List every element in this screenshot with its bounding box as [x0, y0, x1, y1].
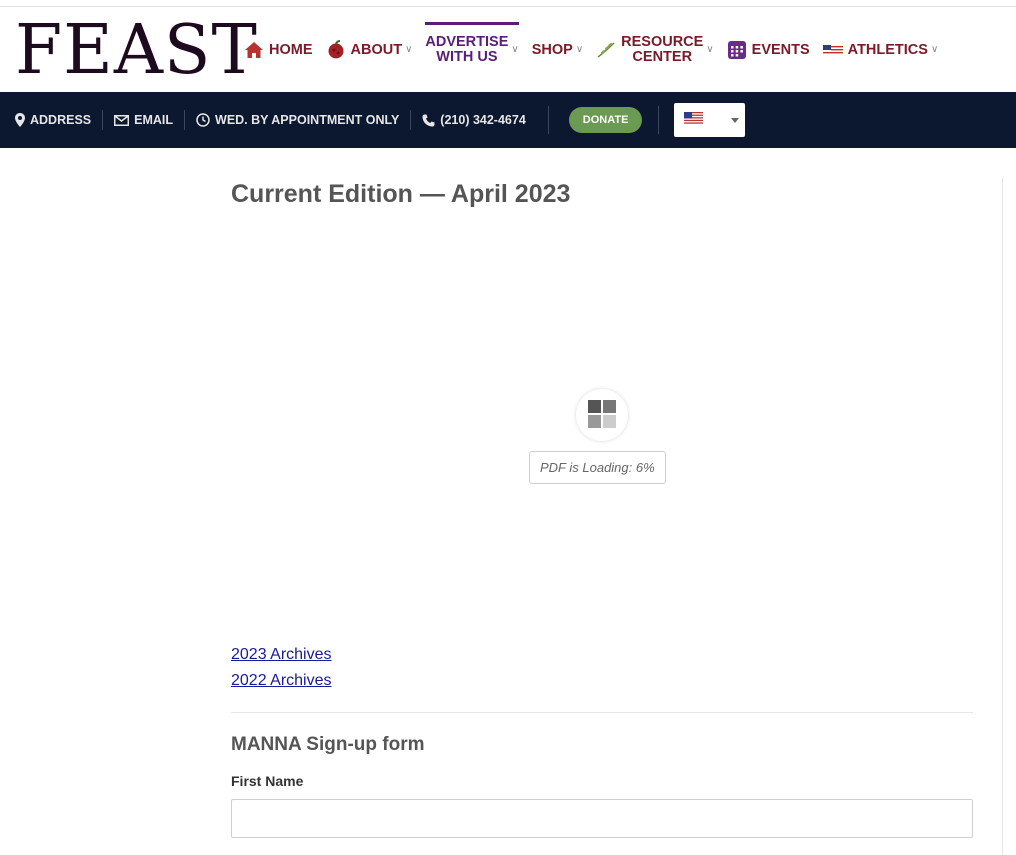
- apple-icon: [326, 39, 346, 60]
- spinner-square: [588, 400, 601, 413]
- nav-athletics-label: ATHLETICS: [847, 41, 928, 58]
- email-link[interactable]: EMAIL: [114, 110, 186, 130]
- chevron-down-icon: ∨: [405, 44, 413, 55]
- bar-divider: [547, 106, 549, 134]
- archive-link-2023[interactable]: 2023 Archives: [231, 642, 332, 668]
- spinner-square: [603, 400, 616, 413]
- email-label: EMAIL: [134, 113, 174, 127]
- site-logo[interactable]: FEAST: [15, 17, 258, 85]
- form-title: MANNA Sign-up form: [231, 734, 425, 755]
- site-header: FEAST HOME ABOUT ∨ ADVERTISE WITH US ∨ S…: [0, 7, 1016, 92]
- home-icon: [244, 40, 264, 60]
- section-divider: [231, 712, 973, 713]
- pdf-loading-status: PDF is Loading: 6%: [529, 451, 666, 484]
- nav-advertise[interactable]: ADVERTISE WITH US ∨: [425, 7, 520, 92]
- nav-athletics[interactable]: ATHLETICS ∨: [822, 7, 939, 92]
- content-border: [1002, 178, 1003, 855]
- chevron-down-icon: ∨: [706, 44, 714, 55]
- pdf-loading-spinner-icon: [576, 389, 628, 441]
- nav-home-label: HOME: [269, 41, 313, 58]
- envelope-icon: [114, 114, 130, 126]
- chevron-down-icon: ∨: [511, 44, 519, 55]
- main-nav: HOME ABOUT ∨ ADVERTISE WITH US ∨ SHOP ∨: [244, 7, 951, 92]
- first-name-label: First Name: [231, 773, 304, 789]
- browser-top-strip: [0, 0, 1016, 7]
- address-label: ADDRESS: [30, 113, 92, 127]
- clock-icon: [196, 113, 210, 127]
- nav-events[interactable]: EVENTS: [727, 7, 810, 92]
- first-name-field[interactable]: [231, 799, 973, 838]
- nav-about-label: ABOUT: [350, 41, 403, 58]
- info-bar: ADDRESS EMAIL WED. BY APPOINTMENT ONLY (…: [0, 92, 1016, 148]
- page-title: Current Edition — April 2023: [231, 180, 571, 208]
- archive-links: 2023 Archives 2022 Archives: [231, 642, 332, 694]
- chevron-down-icon: ∨: [930, 44, 939, 55]
- nav-events-label: EVENTS: [751, 41, 810, 58]
- language-select[interactable]: [674, 103, 746, 137]
- hours-link[interactable]: WED. BY APPOINTMENT ONLY: [196, 110, 412, 130]
- phone-label: (210) 342-4674: [440, 113, 526, 127]
- nav-resource-center[interactable]: RESOURCE CENTER ∨: [596, 7, 714, 92]
- flag-icon: [822, 40, 843, 60]
- dropdown-caret-icon: [731, 118, 740, 123]
- nav-advertise-label: ADVERTISE WITH US: [425, 33, 509, 65]
- nav-resource-label: RESOURCE CENTER: [621, 33, 704, 65]
- donate-button[interactable]: DONATE: [568, 107, 643, 133]
- archive-link-2022[interactable]: 2022 Archives: [231, 668, 332, 694]
- nav-shop[interactable]: SHOP ∨: [532, 7, 583, 92]
- map-pin-icon: [15, 113, 25, 127]
- hours-label: WED. BY APPOINTMENT ONLY: [215, 113, 400, 127]
- spinner-square: [603, 415, 616, 428]
- spinner-square: [588, 415, 601, 428]
- nav-about[interactable]: ABOUT ∨: [326, 7, 413, 92]
- address-link[interactable]: ADDRESS: [15, 110, 104, 130]
- leaf-icon: [596, 40, 616, 60]
- phone-icon: [422, 114, 435, 127]
- us-flag-icon: [684, 111, 704, 129]
- phone-link[interactable]: (210) 342-4674: [422, 110, 536, 130]
- bar-divider: [658, 106, 660, 134]
- nav-home[interactable]: HOME: [244, 7, 313, 92]
- calendar-icon: [727, 40, 747, 60]
- nav-shop-label: SHOP: [531, 41, 573, 58]
- chevron-down-icon: ∨: [575, 44, 584, 55]
